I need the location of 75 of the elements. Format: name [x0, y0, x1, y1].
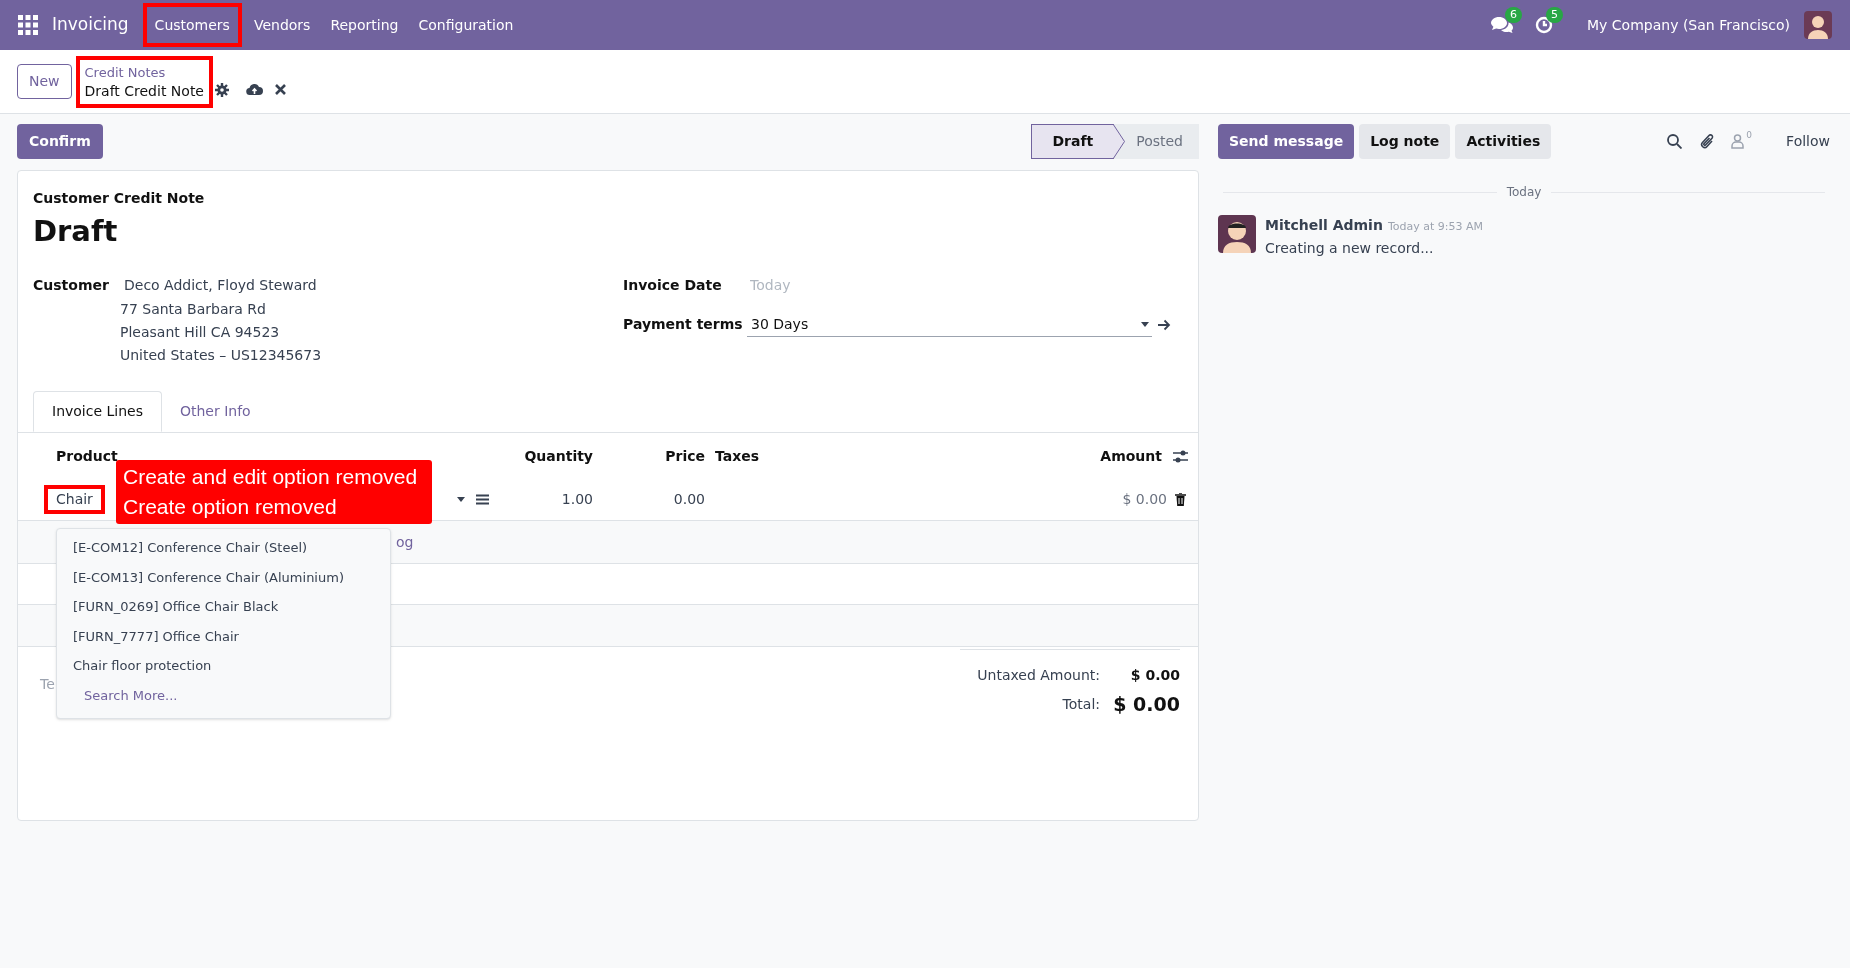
total-label: Total:	[1062, 694, 1100, 714]
follow-button[interactable]: Follow	[1786, 131, 1830, 152]
annotation-text: Create option removed	[123, 494, 338, 520]
menu-item[interactable]: Configuration	[408, 3, 524, 47]
message-body: Creating a new record...	[1265, 239, 1435, 258]
paperclip-icon[interactable]	[1700, 133, 1716, 150]
dropdown-option[interactable]: [FURN_7777] Office Chair	[57, 621, 390, 651]
menu-item[interactable]: Vendors	[243, 3, 321, 47]
annotation-text: Create and edit option removed	[123, 464, 419, 490]
breadcrumb-link[interactable]: Credit Notes	[84, 62, 204, 82]
chatter-button[interactable]: Activities	[1455, 124, 1552, 159]
table-cell-text: 0.00	[672, 489, 705, 509]
total-value: $ 0.00	[1129, 666, 1180, 685]
message-author: Mitchell Admin	[1265, 216, 1383, 235]
company-name[interactable]: My Company (San Francisco)	[1587, 14, 1790, 36]
tab[interactable]: Other Info	[162, 391, 269, 432]
follower-count: 0	[1746, 129, 1753, 142]
settings-icon[interactable]	[215, 82, 229, 97]
column-header: Price	[664, 447, 705, 466]
date-divider: Today	[1505, 184, 1543, 201]
column-header: Taxes	[714, 447, 760, 466]
dropdown-option[interactable]: [E-COM12] Conference Chair (Steel)	[57, 533, 390, 563]
discard-icon[interactable]	[275, 84, 286, 95]
address-line: United States – US12345673	[120, 346, 322, 365]
caret-icon	[457, 496, 465, 502]
customer-name[interactable]: Deco Addict, Floyd Steward	[120, 275, 322, 299]
sliders-icon[interactable]	[1173, 450, 1188, 463]
status-stage[interactable]: Posted	[1114, 124, 1199, 159]
caret-icon	[1141, 321, 1149, 327]
cloud-upload-icon[interactable]	[246, 83, 263, 96]
record-type: Customer Credit Note	[33, 189, 206, 208]
field-label: Payment terms	[623, 315, 744, 334]
user-avatar[interactable]	[1804, 11, 1832, 39]
arrow-icon[interactable]	[1158, 318, 1171, 331]
clock-icon[interactable]	[1535, 16, 1554, 34]
dropdown-option[interactable]: Chair floor protection	[57, 651, 390, 681]
terms-fragment: Te	[40, 676, 55, 692]
field-label: Customer	[33, 276, 110, 295]
message-time: Today at 9:53 AM	[1387, 219, 1483, 235]
date-field[interactable]: Today	[750, 275, 1150, 296]
chevron-icon	[1113, 124, 1126, 159]
record-title: Draft	[33, 213, 119, 250]
dropdown-option[interactable]: Search More...	[57, 680, 390, 710]
column-header: Quantity	[523, 447, 593, 466]
total-label: Untaxed Amount:	[977, 666, 1100, 685]
chatter-button[interactable]: Log note	[1359, 124, 1451, 159]
chat-bubbles-icon[interactable]	[1491, 16, 1514, 34]
column-header: Amount	[1100, 447, 1162, 466]
author-avatar	[1218, 215, 1256, 253]
new-button[interactable]: New	[17, 64, 72, 99]
address-line: Pleasant Hill CA 94523	[120, 323, 281, 342]
column-header: Product	[55, 447, 119, 466]
dropdown-option[interactable]: [FURN_0269] Office Chair Black	[57, 592, 390, 622]
trash-icon[interactable]	[1175, 492, 1186, 506]
app-name[interactable]: Invoicing	[52, 12, 129, 38]
address-line: 77 Santa Barbara Rd	[120, 300, 267, 319]
field-label: Invoice Date	[623, 276, 723, 295]
search-icon[interactable]	[1667, 134, 1683, 149]
apps-menu-icon[interactable]	[18, 15, 38, 35]
table-cell-text: $ 0.00	[1122, 489, 1167, 509]
confirm-button[interactable]: Confirm	[17, 124, 103, 159]
link-fragment[interactable]: og	[396, 531, 414, 553]
notification-badge: 6	[1505, 7, 1523, 23]
chatter-button[interactable]: Send message	[1218, 124, 1355, 159]
total-value: $ 0.00	[1112, 692, 1180, 717]
list-icon[interactable]	[476, 493, 489, 505]
menu-item[interactable]: Reporting	[320, 3, 409, 47]
dropdown-option[interactable]: [E-COM13] Conference Chair (Aluminium)	[57, 562, 390, 592]
tab[interactable]: Invoice Lines	[33, 391, 162, 432]
payment-terms-field[interactable]: 30 Days	[747, 312, 1152, 337]
table-cell-text: 1.00	[560, 489, 593, 509]
product-field[interactable]: Chair	[44, 484, 105, 514]
record-name: Draft Credit Note	[84, 81, 204, 101]
notification-badge: 5	[1546, 7, 1564, 23]
menu-item[interactable]: Customers	[142, 3, 242, 47]
